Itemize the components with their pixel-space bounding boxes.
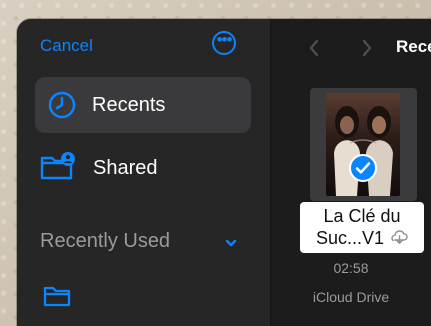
file-location: iCloud Drive <box>312 289 390 305</box>
file-duration: 02:58 <box>333 260 369 276</box>
folder-icon[interactable] <box>43 285 71 307</box>
file-name-highlight[interactable]: La Clé du Suc...V1 <box>300 202 424 253</box>
sidebar-item-label: Shared <box>93 157 158 179</box>
page-title: Rece <box>396 37 431 56</box>
cancel-button[interactable]: Cancel <box>40 35 93 57</box>
chevron-down-icon[interactable] <box>225 237 237 249</box>
sidebar: Cancel ••• Recents Shared Recently Used <box>17 19 271 326</box>
clock-icon <box>48 91 76 119</box>
ellipsis-circle-icon[interactable]: ••• <box>212 31 236 55</box>
file-name-text: Suc...V1 <box>315 228 385 248</box>
sidebar-item-shared[interactable]: Shared <box>35 140 251 196</box>
forward-arrow-icon[interactable] <box>359 36 375 60</box>
back-arrow-icon[interactable] <box>306 36 322 60</box>
shared-folder-icon <box>40 152 75 180</box>
sidebar-item-recents[interactable]: Recents <box>35 77 251 133</box>
file-picker-window: Cancel ••• Recents Shared Recently Used <box>17 19 431 326</box>
main-panel: Rece <box>271 19 431 326</box>
checkmark-circle-icon <box>349 154 377 182</box>
sidebar-item-label: Recents <box>92 94 166 116</box>
cloud-download-icon <box>391 230 408 244</box>
file-name-line-2: Suc...V1 <box>300 227 424 249</box>
file-name-line-1: La Clé du <box>323 206 401 226</box>
recently-used-section-title: Recently Used <box>40 230 171 252</box>
